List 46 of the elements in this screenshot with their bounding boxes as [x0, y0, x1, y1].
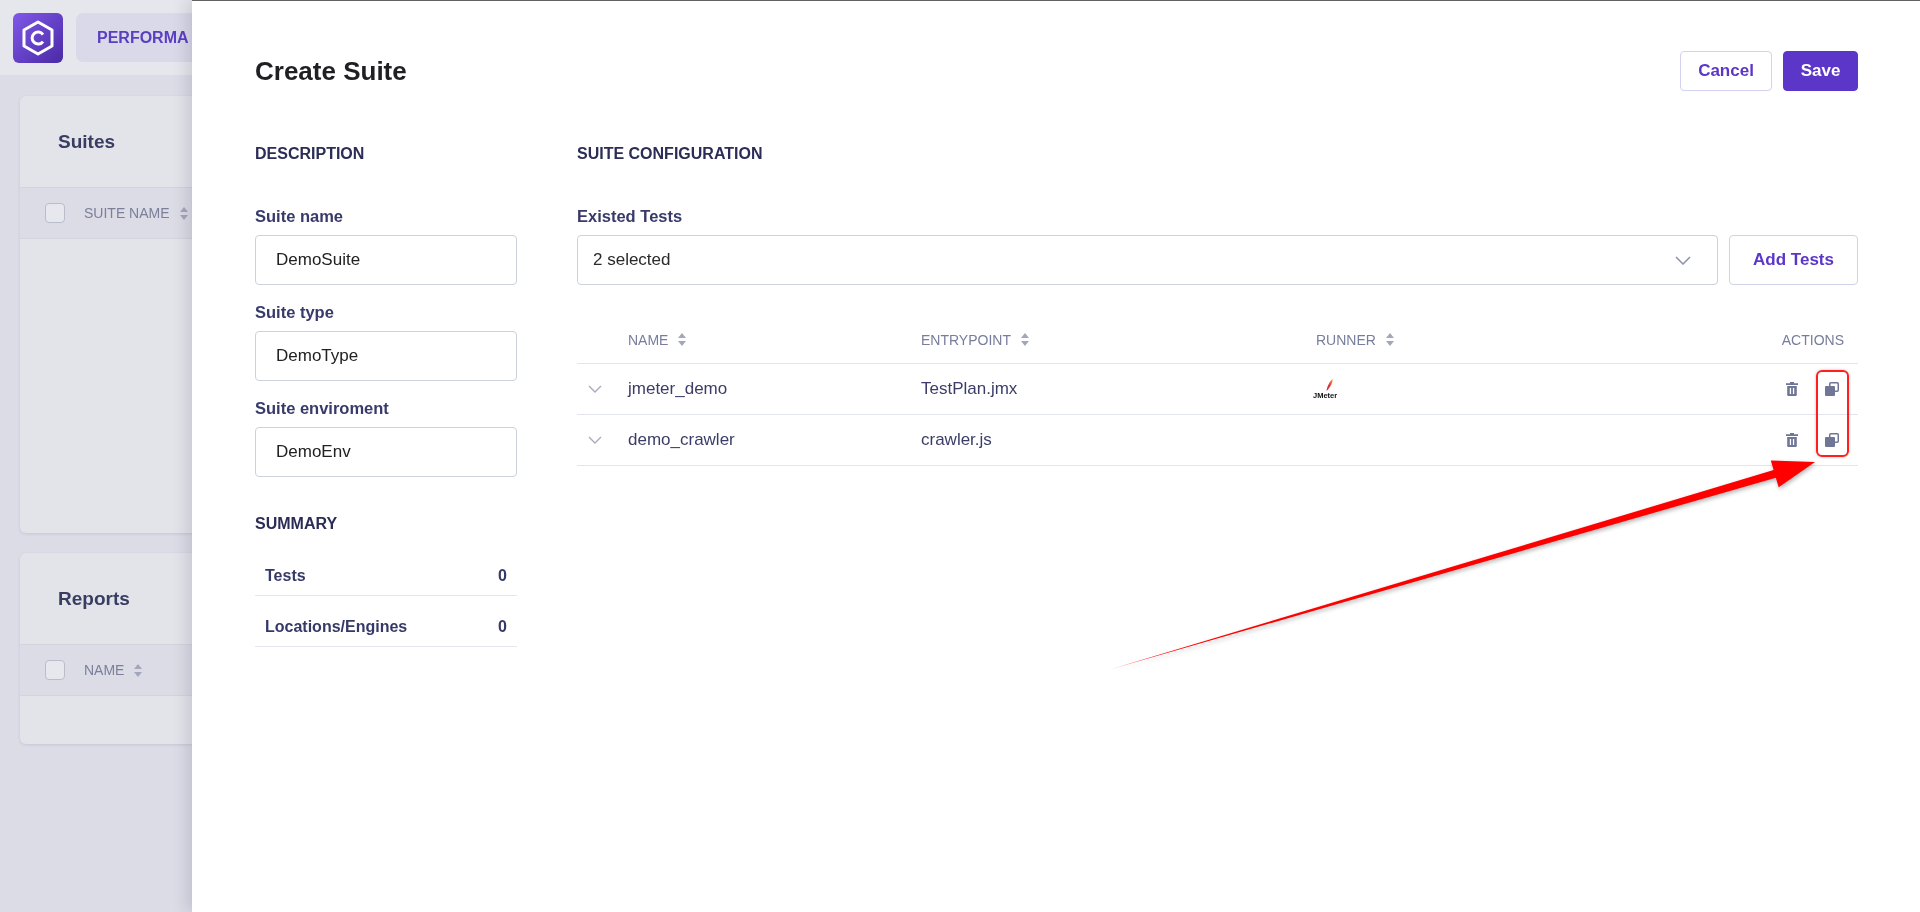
- column-header[interactable]: RUNNER: [1316, 331, 1376, 348]
- hexagon-logo-icon[interactable]: [13, 12, 63, 63]
- sort-icon[interactable]: [134, 663, 143, 677]
- field-label: Suite type: [255, 302, 335, 323]
- text-input[interactable]: DemoType: [255, 331, 517, 381]
- card-title: Reports: [58, 587, 130, 610]
- sort-icon[interactable]: [179, 206, 188, 220]
- field-label: Suite enviroment: [255, 398, 390, 419]
- cancel-button[interactable]: Cancel: [1680, 51, 1772, 91]
- chevron-down-icon[interactable]: [1675, 255, 1691, 265]
- copy-icon[interactable]: [1825, 382, 1839, 396]
- expand-chevron-icon[interactable]: [588, 385, 602, 393]
- section-heading: DESCRIPTION: [255, 144, 366, 164]
- table-cell-text: jmeter_demo: [626, 379, 728, 399]
- checkbox[interactable]: [45, 660, 65, 680]
- table-cell-text: TestPlan.jmx: [920, 379, 1018, 399]
- card-title: Suites: [58, 130, 116, 153]
- trash-icon[interactable]: [1786, 382, 1798, 396]
- expand-chevron-icon[interactable]: [588, 436, 602, 444]
- field-label: Existed Tests: [577, 206, 684, 227]
- nav-tab[interactable]: PERFORMA: [76, 13, 192, 62]
- add-tests-button[interactable]: Add Tests: [1729, 235, 1858, 285]
- text-input[interactable]: DemoSuite: [255, 235, 517, 285]
- trash-icon[interactable]: [1786, 433, 1798, 447]
- table-cell-text: crawler.js: [920, 430, 992, 450]
- table-cell-text: demo_crawler: [627, 430, 735, 450]
- sort-icon[interactable]: [1021, 333, 1029, 346]
- feather-icon: [1326, 378, 1333, 391]
- drawer-title: Create Suite: [255, 55, 407, 87]
- summary-value: 0: [498, 617, 507, 637]
- summary-value: 0: [498, 566, 507, 586]
- section-heading: SUMMARY: [255, 514, 339, 534]
- checkbox[interactable]: [45, 203, 65, 223]
- column-header[interactable]: NAME: [628, 331, 669, 348]
- summary-label: Locations/Engines: [265, 617, 408, 637]
- tests-select[interactable]: 2 selected: [577, 235, 1718, 285]
- copy-icon[interactable]: [1825, 433, 1839, 447]
- field-label: Suite name: [255, 206, 345, 227]
- save-button[interactable]: Save: [1783, 51, 1858, 91]
- section-heading: SUITE CONFIGURATION: [577, 144, 764, 164]
- column-header[interactable]: ENTRYPOINT: [921, 331, 1011, 348]
- sort-icon[interactable]: [678, 333, 687, 346]
- column-header: ACTIONS: [1781, 331, 1844, 348]
- text-input[interactable]: DemoEnv: [255, 427, 517, 477]
- sort-icon[interactable]: [1385, 333, 1394, 346]
- summary-label: Tests: [265, 566, 306, 586]
